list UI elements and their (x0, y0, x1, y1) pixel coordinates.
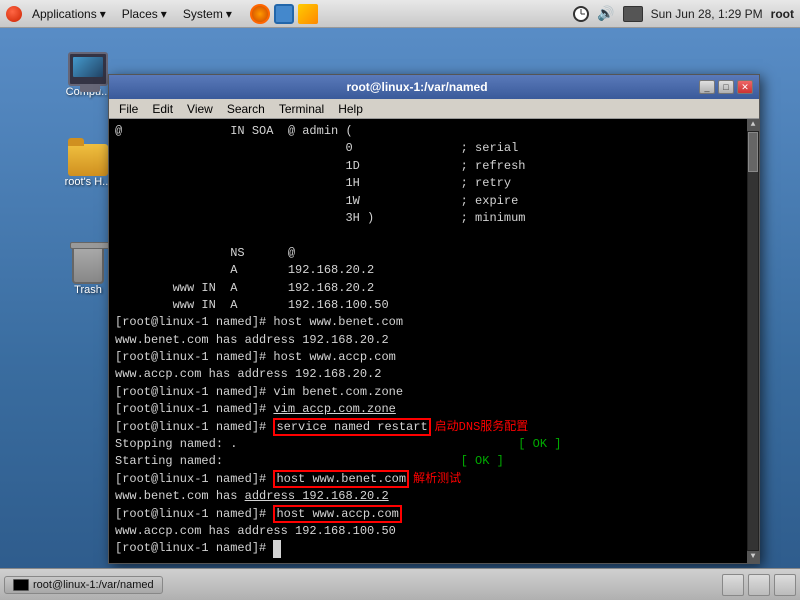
terminal-line-21: www.benet.com has address 192.168.20.2 (115, 488, 741, 505)
applications-menu[interactable]: Applications ▾ (26, 5, 112, 23)
terminal-line-20: [root@linux-1 named]# host www.benet.com… (115, 471, 741, 488)
terminal-line-7: NS @ (115, 245, 741, 262)
taskbar-bottom-right (722, 574, 796, 596)
system-menu[interactable]: System ▾ (177, 5, 238, 23)
window-controls: _ □ ✕ (699, 80, 753, 94)
places-arrow-icon: ▾ (161, 7, 167, 21)
active-window-button[interactable]: root@linux-1:/var/named (4, 576, 163, 594)
menu-search[interactable]: Search (221, 101, 271, 117)
scroll-up-arrow[interactable]: ▲ (747, 119, 759, 131)
scroll-down-arrow[interactable]: ▼ (747, 551, 759, 563)
monitor-screen (73, 57, 103, 77)
terminal-line-6 (115, 227, 741, 244)
terminal-line-5: 3H ) ; minimum (115, 210, 741, 227)
scroll-thumb[interactable] (748, 132, 758, 172)
terminal-thumb-icon (13, 579, 29, 591)
places-menu[interactable]: Places ▾ (116, 5, 173, 23)
desktop-switch-3[interactable] (774, 574, 796, 596)
terminal-line-14: www.accp.com has address 192.168.20.2 (115, 366, 741, 383)
terminal-line-0: @ IN SOA @ admin ( (115, 123, 741, 140)
taskbar-top-right: 🔊 Sun Jun 28, 1:29 PM root (573, 5, 794, 22)
terminal-line-11: [root@linux-1 named]# host www.benet.com (115, 314, 741, 331)
roots-home-label: root's H... (65, 176, 112, 188)
maximize-button[interactable]: □ (718, 80, 734, 94)
folder-shape-icon (68, 144, 108, 176)
apps-arrow-icon: ▾ (100, 7, 106, 21)
menu-edit[interactable]: Edit (146, 101, 179, 117)
applications-label: Applications (32, 7, 97, 21)
terminal-line-15: [root@linux-1 named]# vim benet.com.zone (115, 384, 741, 401)
terminal-line-13: [root@linux-1 named]# host www.accp.com (115, 349, 741, 366)
system-arrow-icon: ▾ (226, 7, 232, 21)
datetime-display: Sun Jun 28, 1:29 PM (651, 7, 763, 21)
terminal-line-24: [root@linux-1 named]# (115, 540, 741, 557)
terminal-line-17: [root@linux-1 named]# service named rest… (115, 419, 741, 436)
menu-file[interactable]: File (113, 101, 144, 117)
network-icon[interactable] (274, 4, 294, 24)
terminal-line-23: www.accp.com has address 192.168.100.50 (115, 523, 741, 540)
taskbar-top-left: Applications ▾ Places ▾ System ▾ (6, 4, 318, 24)
trash-shape-icon (72, 246, 104, 284)
terminal-line-3: 1H ; retry (115, 175, 741, 192)
trash-label: Trash (74, 284, 102, 296)
firefox-icon[interactable] (250, 4, 270, 24)
terminal-text-area: @ IN SOA @ admin ( 0 ; serial 1D ; refre… (115, 123, 741, 558)
system-label: System (183, 7, 223, 21)
places-label: Places (122, 7, 158, 21)
terminal-line-18: Stopping named: . [ OK ] (115, 436, 741, 453)
taskbar-bottom: root@linux-1:/var/named (0, 568, 800, 600)
volume-icon[interactable]: 🔊 (597, 5, 614, 22)
terminal-menubar: File Edit View Search Terminal Help (109, 99, 759, 119)
menu-help[interactable]: Help (332, 101, 369, 117)
terminal-line-22: [root@linux-1 named]# host www.accp.com (115, 506, 741, 523)
desktop-switch-2[interactable] (748, 574, 770, 596)
terminal-titlebar: root@linux-1:/var/named _ □ ✕ (109, 75, 759, 99)
network-status-icon (623, 6, 643, 22)
terminal-window: root@linux-1:/var/named _ □ ✕ File Edit … (108, 74, 760, 564)
terminal-line-12: www.benet.com has address 192.168.20.2 (115, 332, 741, 349)
terminal-line-9: www IN A 192.168.20.2 (115, 280, 741, 297)
clock-icon (573, 6, 589, 22)
close-button[interactable]: ✕ (737, 80, 753, 94)
terminal-line-8: A 192.168.20.2 (115, 262, 741, 279)
desktop: Applications ▾ Places ▾ System ▾ (0, 0, 800, 600)
terminal-line-19: Starting named: [ OK ] (115, 453, 741, 470)
desktop-switch-1[interactable] (722, 574, 744, 596)
terminal-title: root@linux-1:/var/named (135, 80, 699, 94)
scroll-track[interactable] (748, 132, 758, 550)
taskbar-top: Applications ▾ Places ▾ System ▾ (0, 0, 800, 28)
terminal-content[interactable]: @ IN SOA @ admin ( 0 ; serial 1D ; refre… (109, 119, 759, 563)
terminal-scrollbar[interactable]: ▲ ▼ (747, 119, 759, 563)
terminal-line-1: 0 ; serial (115, 140, 741, 157)
monitor-shape-icon (68, 52, 108, 86)
terminal-line-2: 1D ; refresh (115, 158, 741, 175)
terminal-line-16: [root@linux-1 named]# vim accp.com.zone (115, 401, 741, 418)
notes-icon[interactable] (298, 4, 318, 24)
user-display: root (771, 7, 794, 21)
menu-terminal[interactable]: Terminal (273, 101, 330, 117)
minimize-button[interactable]: _ (699, 80, 715, 94)
menu-view[interactable]: View (181, 101, 219, 117)
fedora-icon (6, 6, 22, 22)
terminal-line-10: www IN A 192.168.100.50 (115, 297, 741, 314)
active-window-label: root@linux-1:/var/named (33, 579, 154, 591)
terminal-line-4: 1W ; expire (115, 193, 741, 210)
